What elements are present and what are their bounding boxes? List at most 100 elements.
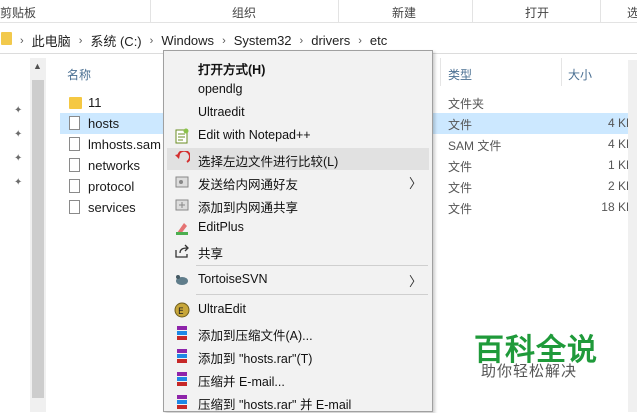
ribbon-group-organize[interactable]: 组织: [232, 4, 256, 21]
file-name: hosts: [88, 116, 120, 131]
file-list-scrollbar[interactable]: [628, 60, 637, 412]
file-name: 11: [88, 95, 102, 110]
scroll-up-icon[interactable]: ▲: [33, 61, 42, 71]
menu-item-add-to-hosts-rar[interactable]: 添加到 "hosts.rar"(T): [167, 345, 429, 367]
column-header-name[interactable]: 名称: [67, 66, 91, 83]
chevron-right-icon[interactable]: ›: [222, 35, 226, 47]
share-icon: [175, 244, 189, 258]
menu-item-compress-email[interactable]: 压缩并 E-mail...: [167, 368, 429, 390]
chevron-right-icon[interactable]: ›: [79, 35, 83, 47]
file-icon: [69, 200, 80, 214]
menu-item-add-share[interactable]: 添加到内网通共享: [167, 194, 429, 216]
column-divider[interactable]: [561, 58, 562, 86]
svg-text:E: E: [178, 307, 184, 317]
menu-item-label: Edit with Notepad++: [198, 128, 311, 142]
menu-item-ultraedit-open[interactable]: Ultraedit: [167, 102, 429, 124]
menu-item-editplus[interactable]: EditPlus: [167, 217, 429, 239]
menu-item-label: 选择左边文件进行比较(L): [198, 155, 339, 169]
menu-item-label: opendlg: [198, 82, 243, 96]
menu-item-label: 压缩并 E-mail...: [198, 375, 285, 389]
breadcrumb-drivers[interactable]: drivers: [311, 33, 350, 48]
menu-item-tortoisesvn[interactable]: TortoiseSVN 〉: [167, 269, 429, 291]
file-icon: [69, 179, 80, 193]
nav-scrollbar[interactable]: ▲: [30, 58, 46, 412]
file-name: protocol: [88, 179, 135, 194]
winrar-icon: [177, 372, 187, 386]
navigation-pane: ✦ ✦ ✦ ✦: [0, 54, 30, 412]
breadcrumb-system32[interactable]: System32: [234, 33, 292, 48]
ribbon-group-open[interactable]: 打开: [525, 4, 549, 21]
file-name: networks: [88, 158, 141, 173]
pin-icon[interactable]: ✦: [14, 177, 24, 188]
menu-item-label: 压缩到 "hosts.rar" 并 E-mail: [198, 398, 352, 412]
menu-item-send-to-friend[interactable]: 发送给内网通好友 〉: [167, 171, 429, 193]
pin-icon[interactable]: ✦: [14, 153, 24, 164]
file-type: SAM 文件: [448, 139, 502, 153]
breadcrumb: › 此电脑 › 系统 (C:) › Windows › System32 › d…: [20, 31, 387, 50]
chevron-right-icon[interactable]: ›: [150, 35, 154, 47]
breadcrumb-etc[interactable]: etc: [370, 33, 387, 48]
file-type: 文件: [448, 160, 473, 174]
ribbon-group-labels: 剪贴板 组织 新建 打开 选: [0, 0, 637, 23]
ribbon-group-select[interactable]: 选: [627, 4, 637, 21]
pin-icon[interactable]: ✦: [14, 129, 24, 140]
submenu-arrow-icon: 〉: [408, 274, 422, 289]
notepadpp-icon: [175, 128, 189, 144]
menu-item-label: TortoiseSVN: [198, 272, 268, 286]
ribbon-group-clipboard[interactable]: 剪贴板: [0, 4, 36, 21]
menu-separator: [196, 294, 428, 295]
menu-item-compress-to-hosts-rar-email[interactable]: 压缩到 "hosts.rar" 并 E-mail: [167, 391, 429, 413]
menu-item-share[interactable]: 共享: [167, 240, 429, 262]
menu-item-compare-left[interactable]: 选择左边文件进行比较(L): [167, 148, 429, 170]
share-add-icon: [175, 199, 189, 211]
breadcrumb-windows[interactable]: Windows: [161, 33, 214, 48]
menu-item-label: 添加到内网通共享: [198, 201, 299, 215]
menu-item-ultraedit[interactable]: E UltraEdit: [167, 299, 429, 321]
menu-item-label: EditPlus: [198, 220, 244, 234]
file-icon: [69, 158, 80, 172]
file-type: 文件: [448, 181, 473, 195]
file-type: 文件: [448, 118, 473, 132]
ribbon-group-new[interactable]: 新建: [392, 4, 416, 21]
menu-separator: [196, 265, 428, 266]
compare-icon: [175, 151, 190, 163]
breadcrumb-this-pc[interactable]: 此电脑: [32, 31, 71, 50]
file-type: 文件夹: [448, 97, 485, 111]
menu-item-label: 共享: [198, 247, 224, 261]
column-divider[interactable]: [440, 58, 441, 86]
column-header-type[interactable]: 类型: [448, 66, 472, 83]
winrar-icon: [177, 349, 187, 363]
menu-item-label: Ultraedit: [198, 105, 245, 119]
file-name: lmhosts.sam: [88, 137, 161, 152]
share-friend-icon: [175, 176, 189, 188]
file-icon: [69, 116, 80, 130]
column-header-size[interactable]: 大小: [568, 66, 592, 83]
winrar-icon: [177, 326, 187, 340]
menu-item-open-with[interactable]: 打开方式(H): [167, 56, 429, 78]
chevron-right-icon[interactable]: ›: [300, 35, 304, 47]
menu-item-label: 添加到压缩文件(A)...: [198, 329, 313, 343]
tortoisesvn-icon: [176, 275, 188, 285]
breadcrumb-drive-c[interactable]: 系统 (C:): [90, 31, 141, 50]
menu-item-notepadpp[interactable]: Edit with Notepad++: [167, 125, 429, 147]
folder-icon: [1, 32, 12, 45]
submenu-arrow-icon: 〉: [408, 176, 422, 191]
scrollbar-thumb[interactable]: [32, 80, 44, 398]
file-type: 文件: [448, 202, 473, 216]
chevron-right-icon[interactable]: ›: [20, 35, 24, 47]
menu-item-label: 添加到 "hosts.rar"(T): [198, 352, 313, 366]
chevron-right-icon[interactable]: ›: [358, 35, 362, 47]
file-icon: [69, 137, 80, 151]
pin-icon[interactable]: ✦: [14, 105, 24, 116]
editplus-icon: [176, 223, 188, 235]
menu-item-opendlg[interactable]: opendlg: [167, 79, 429, 101]
context-menu: 打开方式(H) opendlg Ultraedit Edit with Note…: [163, 50, 433, 412]
ultraedit-icon: E: [174, 302, 190, 318]
winrar-icon: [177, 395, 187, 409]
menu-item-add-to-archive[interactable]: 添加到压缩文件(A)...: [167, 322, 429, 344]
menu-item-label: 发送给内网通好友: [198, 178, 299, 192]
watermark-subtitle: 助你轻松解决: [481, 362, 578, 380]
menu-item-label: UltraEdit: [198, 302, 246, 316]
file-name: services: [88, 200, 136, 215]
menu-item-label: 打开方式(H): [198, 63, 266, 77]
